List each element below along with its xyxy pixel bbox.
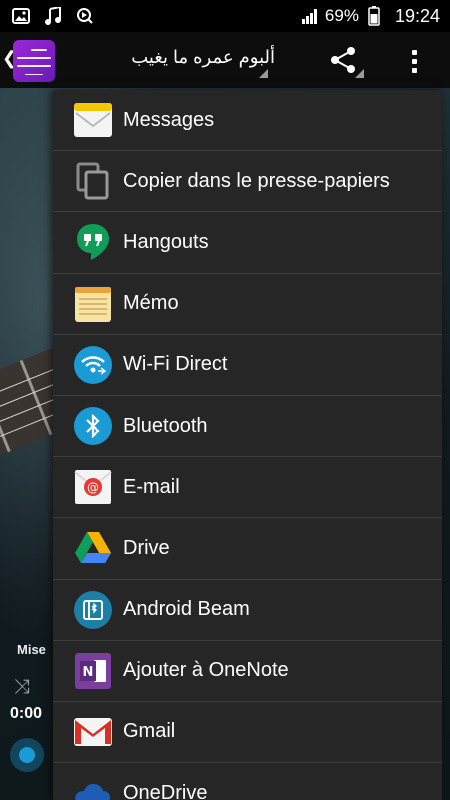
share-item-bluetooth[interactable]: Bluetooth: [53, 396, 442, 458]
onedrive-icon: [73, 773, 113, 800]
logo-stroke: [17, 57, 51, 59]
status-bar: 69% 19:24: [0, 0, 450, 32]
svg-text:@: @: [87, 481, 99, 495]
clock: 19:24: [394, 5, 440, 26]
share-item-android-beam[interactable]: Android Beam: [53, 580, 442, 641]
logo-stroke: [31, 49, 47, 51]
logo-stroke: [25, 74, 43, 75]
share-item-wifi-direct[interactable]: Wi-Fi Direct: [53, 335, 442, 396]
share-item-label: Drive: [123, 536, 170, 559]
battery-percent: 69%: [324, 6, 359, 25]
onenote-icon: N: [73, 651, 113, 691]
share-item-messages[interactable]: Messages: [53, 90, 442, 152]
copy-icon: [73, 161, 113, 201]
share-dropdown-indicator: [355, 69, 364, 78]
share-item-copy[interactable]: Copier dans le presse-papiers: [53, 151, 442, 213]
share-item-email[interactable]: @ E-mail: [53, 457, 442, 519]
share-item-label: E-mail: [123, 475, 180, 498]
share-item-label: Gmail: [123, 720, 176, 743]
share-item-gmail[interactable]: Gmail: [53, 702, 442, 764]
share-item-label: OneDrive: [123, 781, 208, 800]
share-item-label: Messages: [123, 108, 215, 131]
hangouts-icon: [73, 222, 113, 262]
share-item-label: Ajouter à OneNote: [123, 659, 289, 682]
gmail-icon: [73, 712, 113, 752]
share-item-onedrive[interactable]: OneDrive: [53, 763, 442, 800]
share-menu: Messages Copier dans le presse-papiers H…: [53, 90, 442, 800]
share-item-label: Android Beam: [123, 598, 250, 621]
shuffle-icon[interactable]: ⤨: [14, 676, 30, 699]
share-item-onenote[interactable]: N Ajouter à OneNote: [53, 641, 442, 702]
more-vert-icon[interactable]: [402, 44, 426, 78]
envelope-icon: [73, 100, 113, 140]
seek-thumb[interactable]: [10, 738, 44, 772]
android-beam-icon: [73, 590, 113, 630]
music-note-icon: [44, 7, 62, 25]
email-icon: @: [73, 467, 113, 507]
share-item-memo[interactable]: Mémo: [53, 274, 442, 335]
app-bar: ❮ ألبوم عمره ما يغيب: [0, 32, 450, 88]
battery-icon: [365, 6, 383, 26]
signal-icon: [301, 7, 319, 25]
title-dropdown-indicator: [259, 69, 268, 78]
bluetooth-icon: [73, 406, 113, 446]
album-title[interactable]: ألبوم عمره ما يغيب: [75, 47, 275, 68]
logo-stroke: [17, 65, 51, 67]
share-item-label: Copier dans le presse-papiers: [123, 169, 390, 192]
media-icon: [76, 7, 94, 25]
share-item-label: Wi-Fi Direct: [123, 353, 228, 376]
share-item-hangouts[interactable]: Hangouts: [53, 212, 442, 274]
playback-mode-label: Mise: [17, 642, 46, 657]
app-logo[interactable]: [13, 40, 55, 82]
share-item-label: Mémo: [123, 292, 179, 315]
drive-icon: [73, 528, 113, 568]
svg-text:N: N: [83, 665, 94, 680]
wifi-direct-icon: [73, 345, 113, 385]
share-item-label: Bluetooth: [123, 414, 208, 437]
elapsed-time: 0:00: [10, 705, 43, 722]
memo-icon: [73, 284, 113, 324]
share-item-drive[interactable]: Drive: [53, 518, 442, 580]
share-item-label: Hangouts: [123, 230, 209, 253]
picture-icon: [12, 7, 30, 25]
